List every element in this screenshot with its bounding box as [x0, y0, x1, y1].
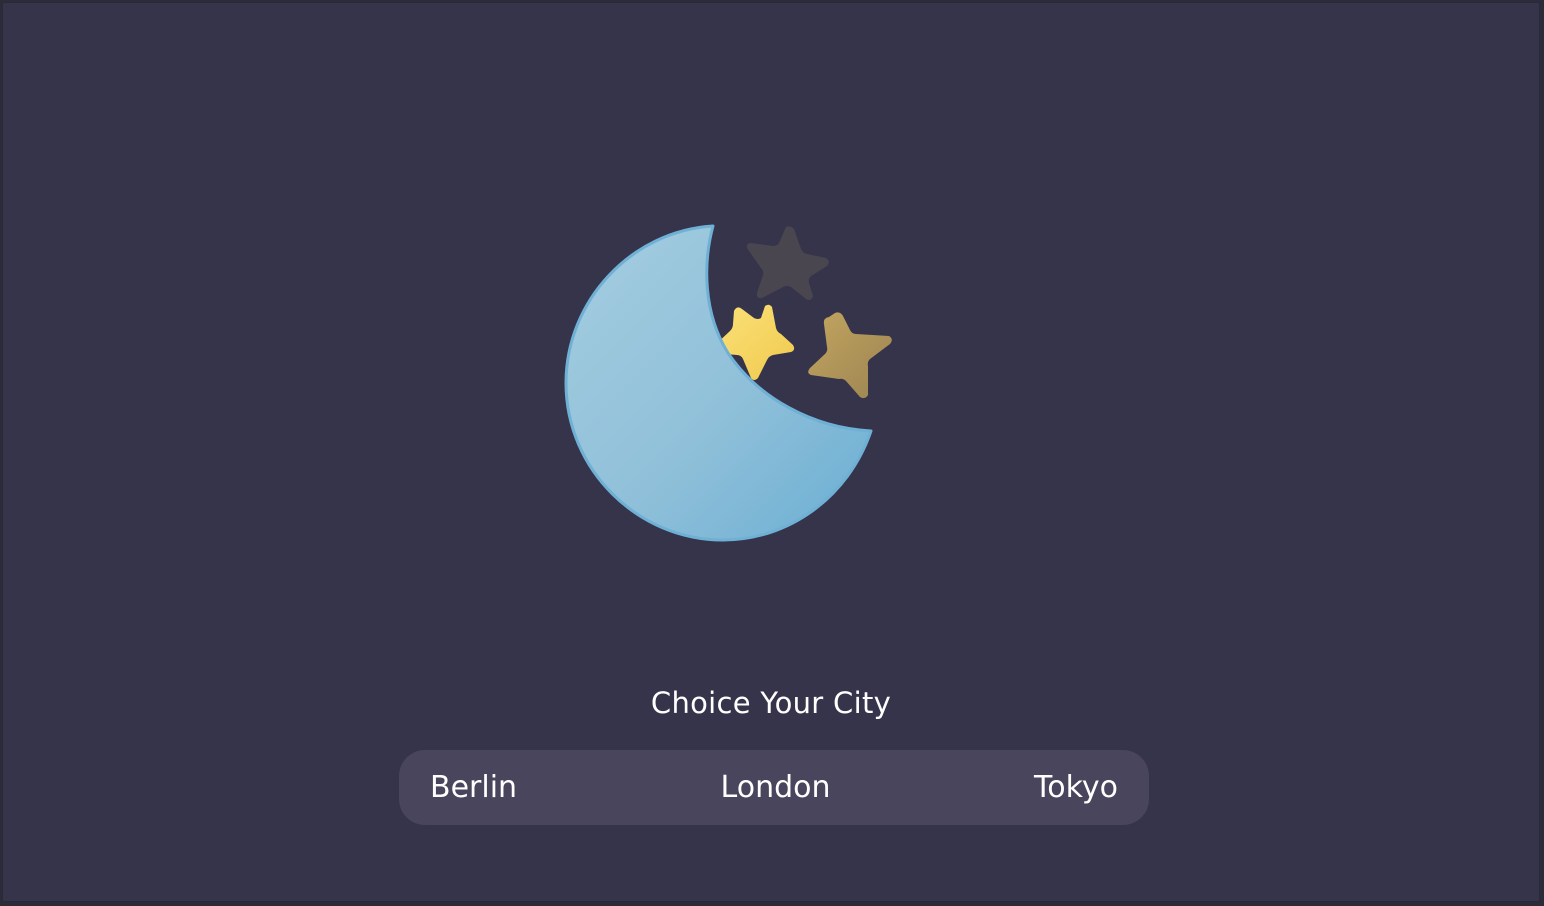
moon-and-stars-icon — [543, 203, 923, 563]
city-option-tokyo[interactable]: Tokyo — [1034, 772, 1118, 803]
app-window: Choice Your City Berlin London Tokyo — [2, 2, 1540, 902]
page-title: Choice Your City — [650, 686, 892, 720]
city-option-berlin[interactable]: Berlin — [430, 772, 517, 803]
city-option-london[interactable]: London — [721, 772, 831, 803]
moon-icon — [564, 224, 873, 542]
dark-star-icon — [746, 226, 829, 300]
city-selector: Berlin London Tokyo — [399, 750, 1149, 825]
gold-star-icon — [808, 312, 892, 399]
